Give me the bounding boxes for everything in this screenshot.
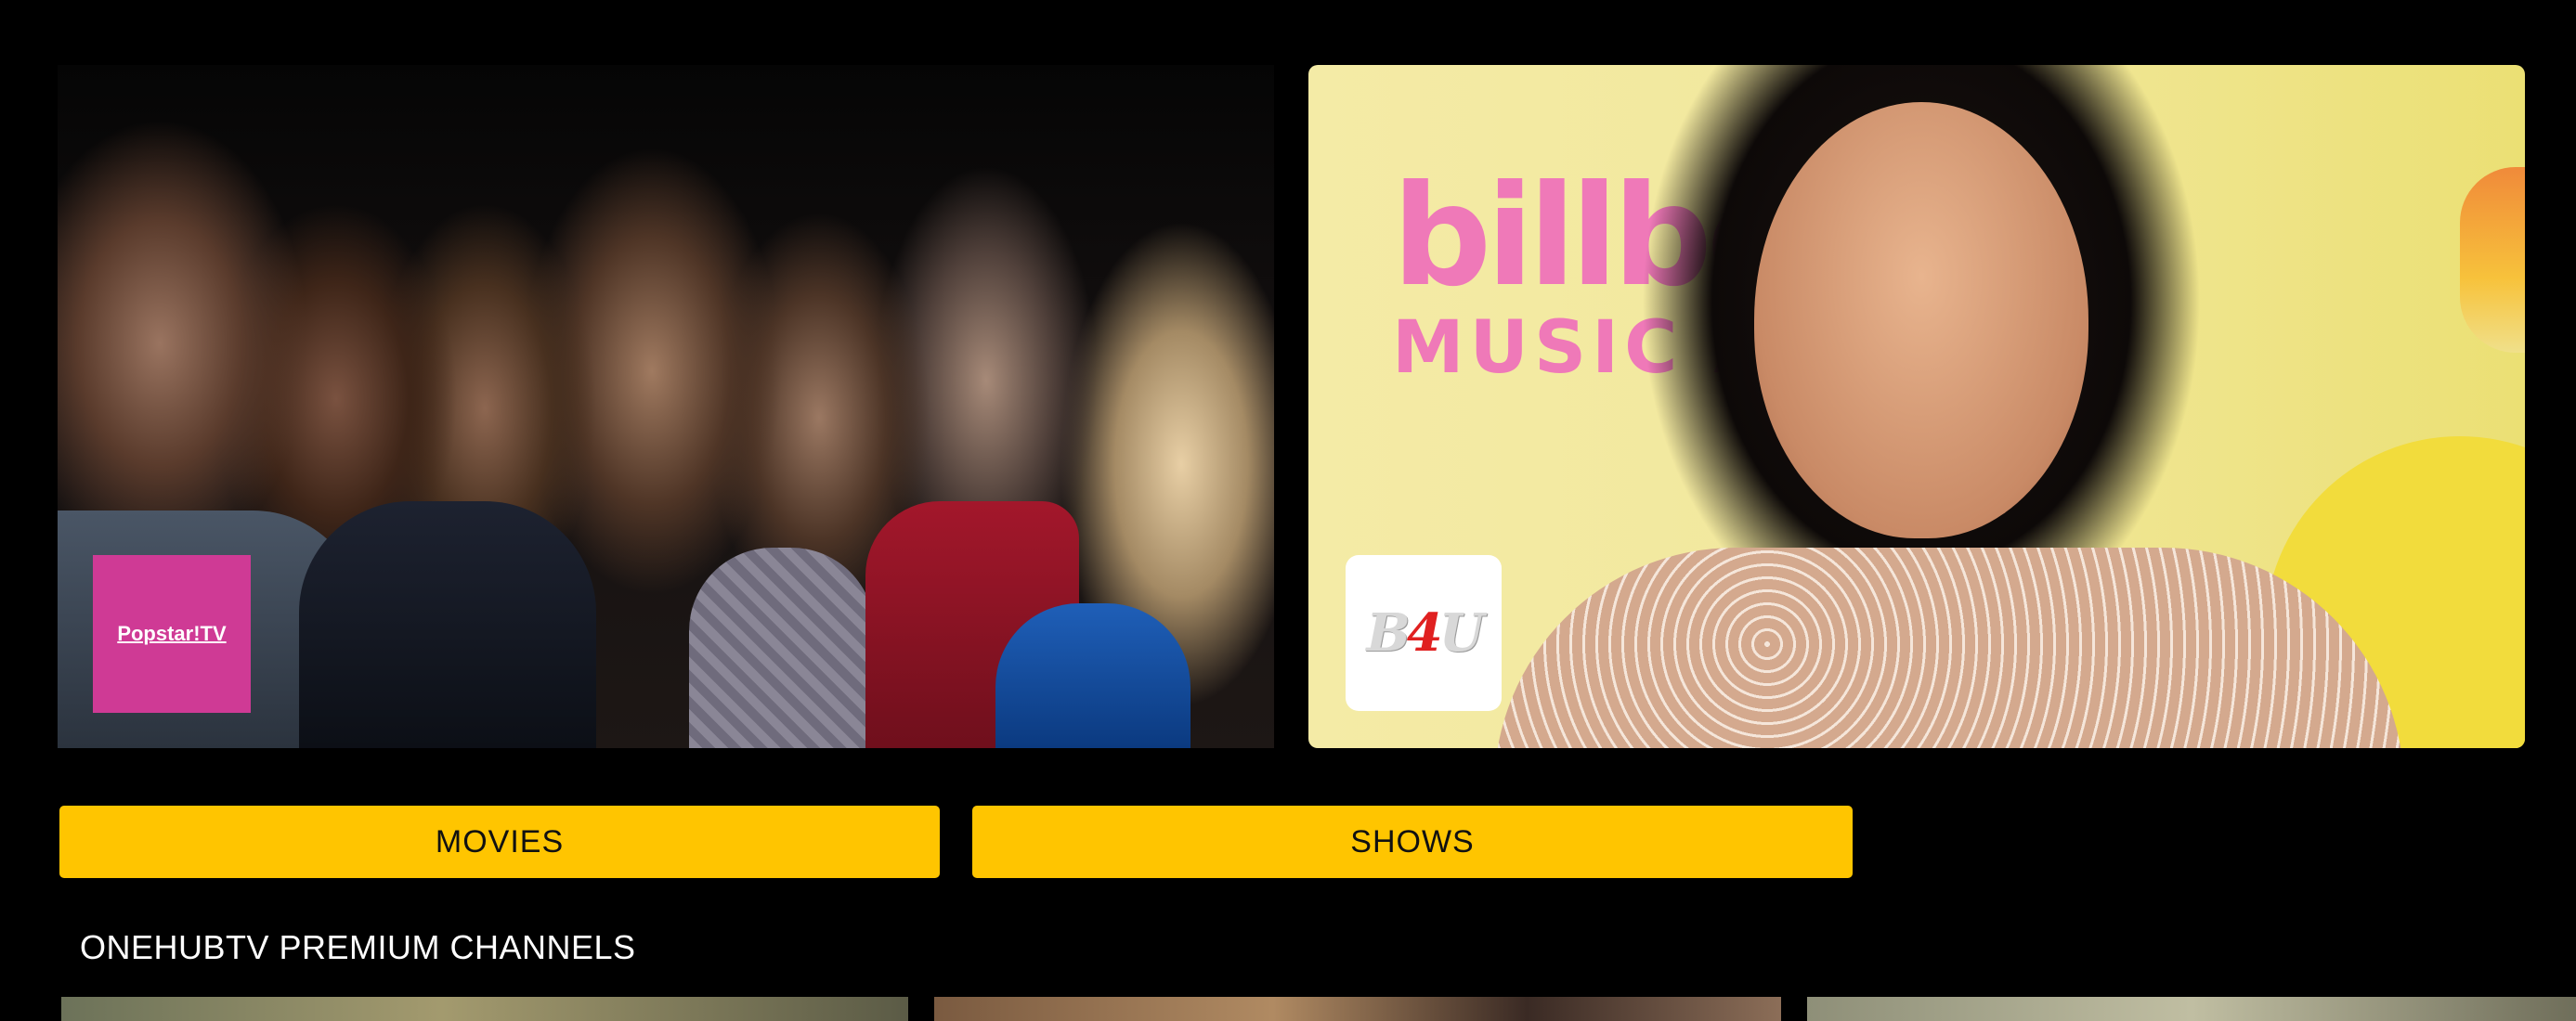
- b4u-logo: B4U: [1346, 555, 1502, 711]
- channel-thumbnail[interactable]: [1807, 997, 2576, 1021]
- banner-artwork-figure: [689, 548, 875, 748]
- movies-button[interactable]: MOVIES: [59, 806, 940, 878]
- channel-thumbnail[interactable]: [934, 997, 1781, 1021]
- banner-artwork-face: [1754, 102, 2088, 538]
- banner-artwork-figure: [995, 603, 1190, 748]
- popstar-tv-logo-text: Popstar!TV: [117, 622, 227, 645]
- b4u-logo-4: 4: [1406, 602, 1443, 664]
- featured-banner-popstar-tv[interactable]: Popstar!TV: [58, 65, 1274, 748]
- shows-button[interactable]: SHOWS: [972, 806, 1853, 878]
- popstar-tv-logo: Popstar!TV: [93, 555, 251, 713]
- section-title: ONEHUBTV PREMIUM CHANNELS: [80, 928, 636, 966]
- b4u-logo-u: U: [1438, 602, 1485, 664]
- banner-artwork-figure: [299, 501, 596, 748]
- b4u-logo-b: B: [1366, 602, 1410, 664]
- peacock-logo-icon: [2460, 167, 2525, 353]
- home-screen: Popstar!TV billbo MUSIC A B4U MOVIES SHO…: [0, 0, 2576, 1021]
- channel-thumbnail[interactable]: [61, 997, 908, 1021]
- featured-banner-b4u[interactable]: billbo MUSIC A B4U: [1308, 65, 2525, 748]
- banner-artwork-dress: [1494, 548, 2404, 748]
